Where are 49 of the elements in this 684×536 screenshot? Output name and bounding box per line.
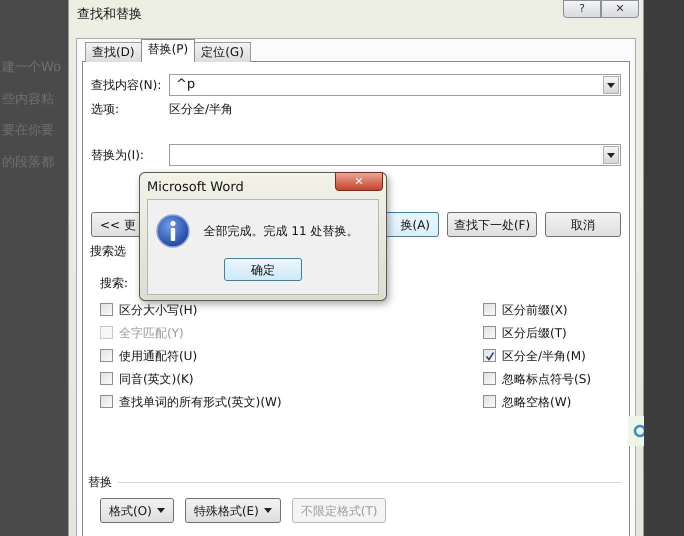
checkbox-label: 使用通配符(U) xyxy=(119,348,198,364)
checkbox-label: 查找单词的所有形式(英文)(W) xyxy=(119,394,282,410)
window-title: 查找和替换 xyxy=(77,6,142,24)
options-label: 选项: xyxy=(91,101,120,118)
checkbox[interactable] xyxy=(100,303,113,316)
options-value: 区分全/半角 xyxy=(169,101,234,118)
close-button[interactable]: ✕ xyxy=(601,0,639,18)
help-button[interactable]: ? xyxy=(563,0,601,18)
format-button: 不限定格式(T) xyxy=(292,498,386,523)
caret-icon xyxy=(607,152,615,158)
checkbox-label: 同音(英文)(K) xyxy=(119,370,194,388)
checkbox[interactable] xyxy=(483,395,496,408)
info-icon xyxy=(156,214,190,248)
tab[interactable]: 替换(P) xyxy=(140,39,196,62)
section-label: 搜索选 xyxy=(90,244,126,258)
caret-icon xyxy=(264,508,272,513)
checkbox[interactable] xyxy=(483,326,496,339)
checkbox[interactable] xyxy=(100,349,113,362)
caret-icon xyxy=(156,508,165,513)
checkbox-label: 忽略标点符号(S) xyxy=(502,370,591,388)
ok-button[interactable]: 确定 xyxy=(224,258,302,281)
checkbox[interactable] xyxy=(483,303,496,316)
format-button[interactable]: 格式(O) xyxy=(100,498,174,523)
tab[interactable]: 定位(G) xyxy=(194,42,251,62)
message-title: Microsoft Word xyxy=(146,179,245,197)
find-field[interactable]: ^p xyxy=(169,74,621,96)
checkbox-label: 忽略空格(W) xyxy=(502,394,572,410)
checkbox[interactable] xyxy=(100,372,113,385)
checkbox-label: 区分大小写(H) xyxy=(119,302,198,318)
checkbox-label: 全字匹配(Y) xyxy=(119,324,184,342)
message-text: 全部完成。完成 11 处替换。 xyxy=(204,223,358,240)
field-label: 替换为(I): xyxy=(91,147,145,164)
checkbox-label: 区分全/半角(M) xyxy=(502,348,586,364)
checkbox[interactable] xyxy=(483,349,496,362)
checkbox[interactable] xyxy=(483,372,496,385)
replace-field[interactable] xyxy=(169,144,621,166)
caret-icon xyxy=(607,82,615,88)
search-label: 搜索: xyxy=(100,276,128,290)
checkbox-label: 区分后缀(T) xyxy=(502,324,567,342)
checkbox-label: 区分前缀(X) xyxy=(502,302,568,318)
checkbox[interactable] xyxy=(100,395,113,408)
dropdown-button[interactable] xyxy=(603,76,619,94)
tab[interactable]: 查找(D) xyxy=(85,42,142,62)
dialog-button[interactable]: 取消 xyxy=(545,212,621,237)
dropdown-button[interactable] xyxy=(603,146,619,164)
dialog-button[interactable]: 查找下一处(F) xyxy=(446,212,537,237)
format-button[interactable]: 特殊格式(E) xyxy=(184,498,281,523)
group-label: 替换 xyxy=(88,474,112,491)
field-label: 查找内容(N): xyxy=(91,77,162,94)
